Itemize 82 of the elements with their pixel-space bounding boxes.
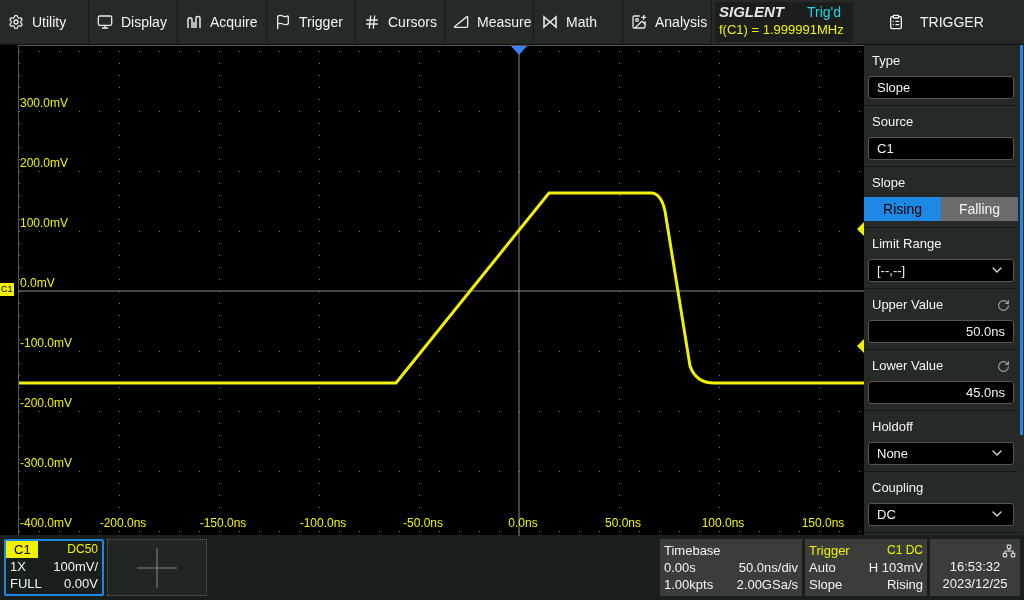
bowtie-icon xyxy=(542,14,558,30)
timebase-card[interactable]: Timebase 0.00s 50.0ns/div 1.00kpts 2.00GSa/s xyxy=(660,539,802,596)
setting-label: Source xyxy=(872,113,914,132)
dropdown-select[interactable]: [--,--] xyxy=(868,258,1014,282)
axis-label: 200.0mV xyxy=(20,156,69,170)
frequency-readout: f(C1) = 1.999991MHz xyxy=(719,21,845,39)
monitor-icon xyxy=(97,14,113,30)
axis-label: 150.0ns xyxy=(801,516,845,530)
reset-icon[interactable] xyxy=(997,298,1010,312)
add-channel-button[interactable] xyxy=(107,539,207,596)
settings-icon xyxy=(8,14,24,30)
coupling-label: DC50 xyxy=(67,541,98,558)
axis-label: 0.0mV xyxy=(20,276,55,290)
axis-label: -400.0mV xyxy=(20,516,73,530)
reset-icon[interactable] xyxy=(997,359,1010,373)
trigger-edge: Rising xyxy=(886,576,923,593)
clipboard-icon xyxy=(888,14,904,30)
setting-label: Upper Value xyxy=(872,296,944,315)
sample-rate: 2.00GSa/s xyxy=(736,576,798,593)
setting-label: Holdoff xyxy=(872,418,913,437)
dropdown-select[interactable]: None xyxy=(868,441,1014,465)
axis-label: -100.0ns xyxy=(299,516,347,530)
axis-label: -200.0mV xyxy=(20,396,73,410)
menu-button[interactable]: Measure xyxy=(445,0,534,44)
network-icon xyxy=(1002,543,1016,558)
menu-button[interactable]: Cursors xyxy=(356,0,445,44)
probe-label: 1X xyxy=(10,558,26,575)
trigger-type: Slope xyxy=(809,576,843,593)
timebase-scale: 50.0ns/div xyxy=(738,559,798,576)
axis-label: 100.0mV xyxy=(20,216,69,230)
menu-button[interactable]: Display xyxy=(89,0,178,44)
menu-button[interactable]: Trigger xyxy=(267,0,356,44)
trigger-source: C1 DC xyxy=(887,542,923,559)
setting-label: Coupling xyxy=(872,479,924,498)
scale-label: 100mV/ xyxy=(53,558,98,575)
memory-depth: 1.00kpts xyxy=(664,576,714,593)
grid-icon xyxy=(364,14,380,30)
scrollbar[interactable] xyxy=(1020,45,1023,435)
trigger-card[interactable]: Trigger C1 DC Auto H 103mV Slope Rising xyxy=(805,539,927,596)
axis-label: -300.0mV xyxy=(20,456,73,470)
toggle-option[interactable]: Falling xyxy=(941,197,1018,222)
menu-button[interactable]: Utility xyxy=(0,0,89,44)
triangle-ruler-icon xyxy=(453,14,469,30)
waveform-icon xyxy=(186,14,202,30)
clock-date: 2023/12/25 xyxy=(942,574,1008,592)
axis-label: 0.0ns xyxy=(508,516,538,530)
trigger-status: Trig'd xyxy=(805,4,842,20)
plus-icon xyxy=(137,547,177,588)
value-field[interactable]: C1 xyxy=(868,136,1014,160)
delay-value: 0.00s xyxy=(664,559,696,576)
channel-card[interactable]: C1 DC50 1X 100mV/ FULL 0.00V xyxy=(4,539,104,596)
offset-label: 0.00V xyxy=(64,575,98,592)
setting-label: Lower Value xyxy=(872,357,944,376)
setting-label: Slope xyxy=(872,173,906,192)
menu-button[interactable]: Analysis xyxy=(623,0,712,44)
menu-button[interactable]: Acquire xyxy=(178,0,267,44)
axis-label: 100.0ns xyxy=(701,516,745,530)
axis-label: 50.0ns xyxy=(605,516,641,530)
setting-label: Type xyxy=(872,52,901,71)
number-field[interactable]: 45.0ns xyxy=(868,380,1014,404)
flag-icon xyxy=(275,14,291,30)
bandwidth-label: FULL xyxy=(10,575,42,592)
channel-marker: C1 xyxy=(0,283,14,296)
value-field[interactable]: Slope xyxy=(868,75,1014,99)
axis-label: -50.0ns xyxy=(403,516,443,530)
menu-button[interactable]: Math xyxy=(534,0,623,44)
axis-label: -150.0ns xyxy=(199,516,247,530)
card-title: Trigger xyxy=(809,542,850,559)
axis-label: -100.0mV xyxy=(20,336,73,350)
trigger-mode: Auto xyxy=(809,559,836,576)
brand-logo: SIGLENT xyxy=(719,4,784,20)
axis-label: -200.0ns xyxy=(99,516,147,530)
axis-label: 300.0mV xyxy=(20,96,69,110)
dropdown-select[interactable]: DC xyxy=(868,502,1014,526)
toggle-option[interactable]: Rising xyxy=(864,197,941,222)
trigger-level: H 103mV xyxy=(868,559,923,576)
clock-time: 16:53:32 xyxy=(949,557,1001,575)
number-field[interactable]: 50.0ns xyxy=(868,319,1014,343)
setting-label: Limit Range xyxy=(872,235,942,254)
channel-name: C1 xyxy=(6,541,38,558)
card-title: Timebase xyxy=(664,542,722,559)
panel-title: TRIGGER xyxy=(920,12,984,32)
